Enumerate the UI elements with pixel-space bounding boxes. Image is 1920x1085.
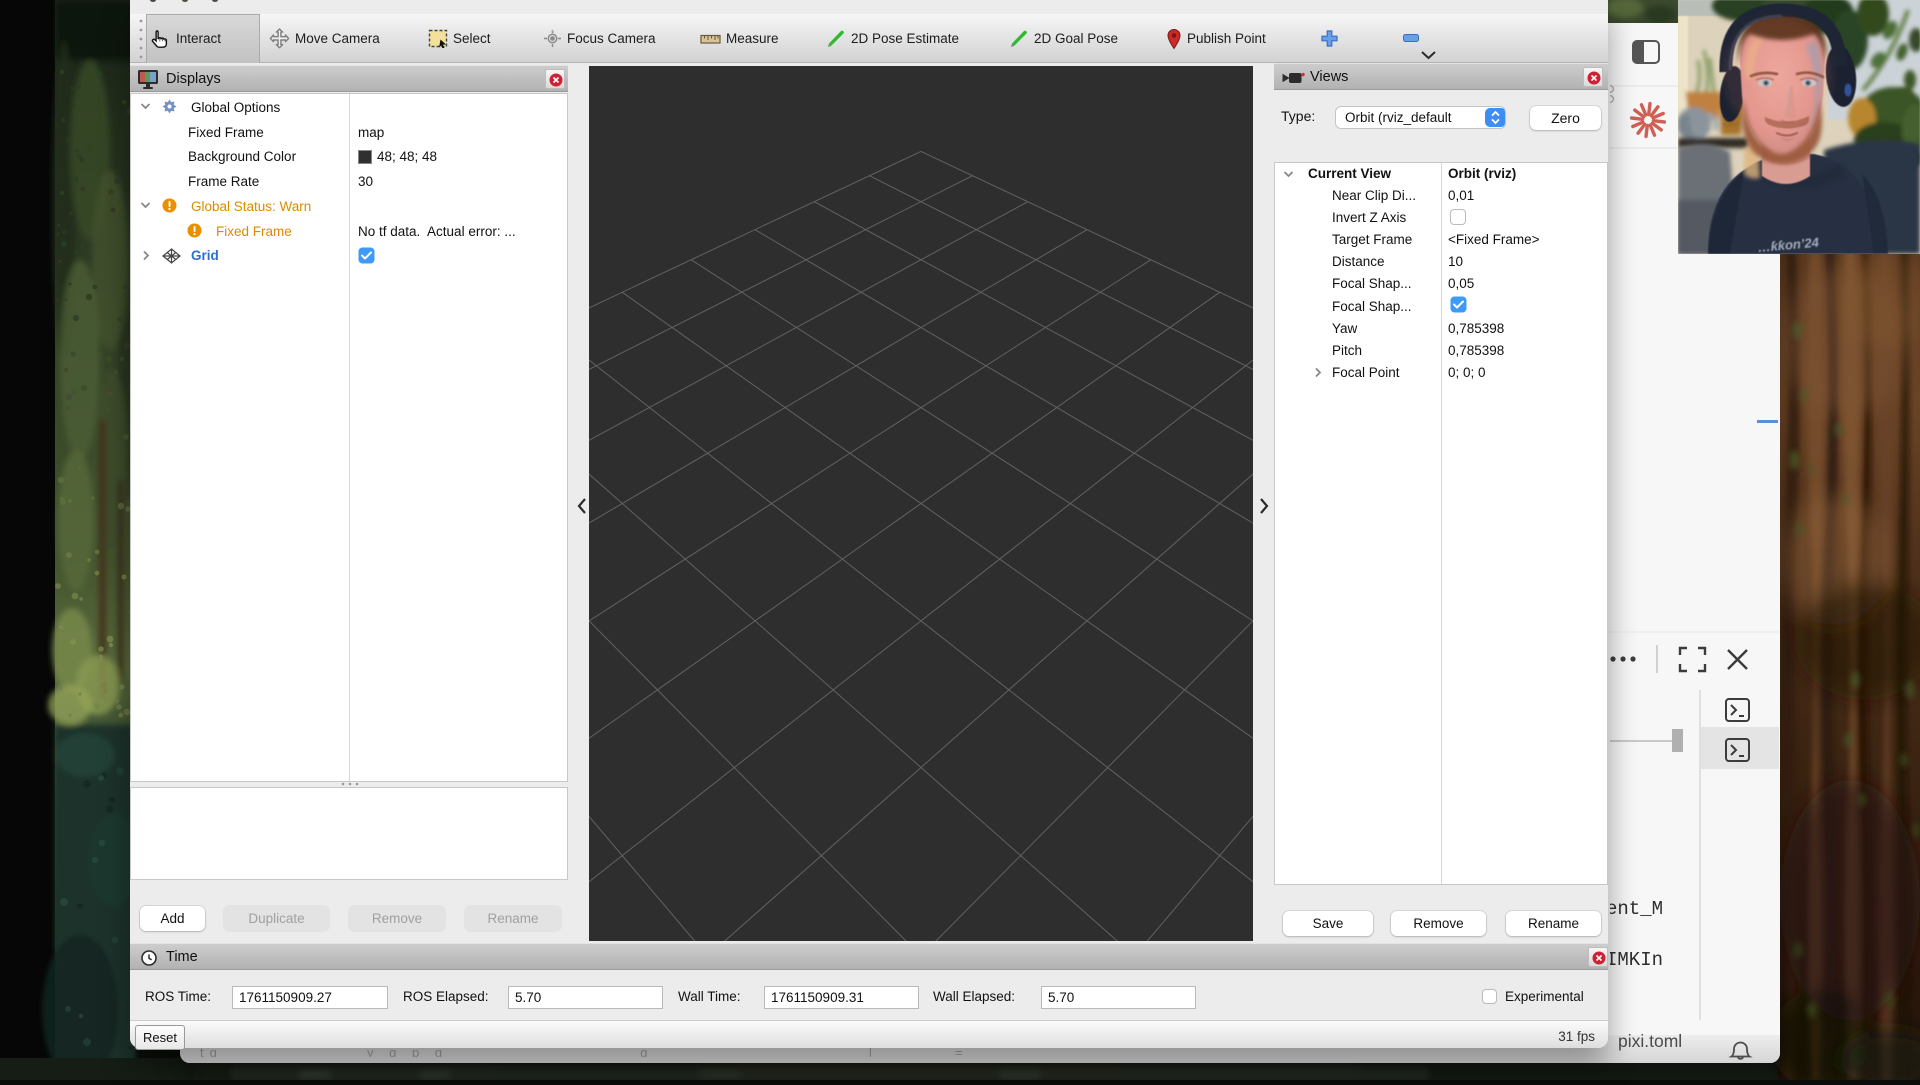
svg-text:pixi.toml: pixi.toml (1618, 1031, 1682, 1051)
svg-text:ent_M: ent_M (1610, 898, 1663, 920)
svg-text:IMKIn: IMKIn (1610, 949, 1663, 971)
